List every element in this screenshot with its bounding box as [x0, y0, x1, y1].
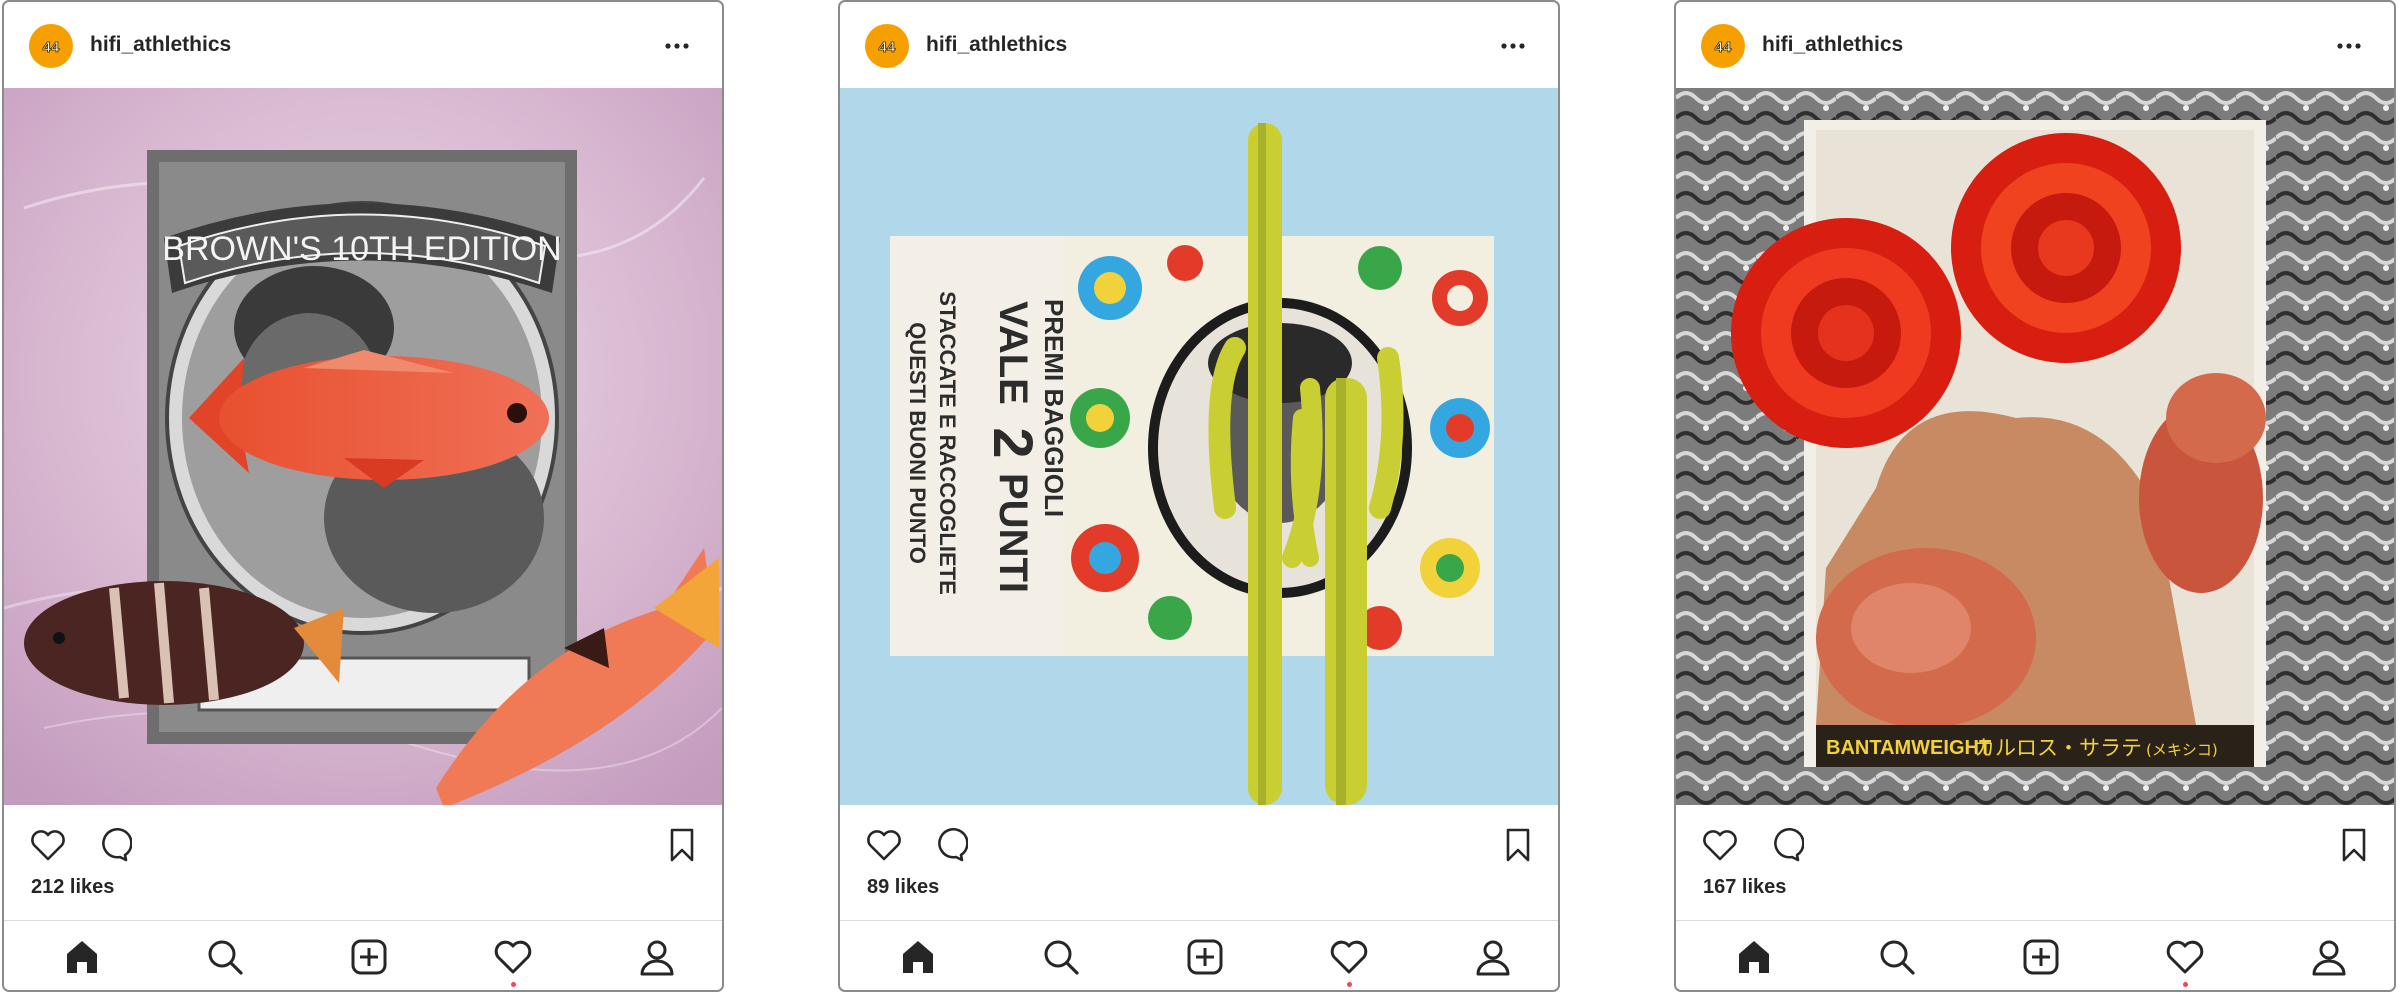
- bottom-nav: [1676, 920, 2394, 990]
- svg-text:44: 44: [879, 39, 896, 56]
- activity-heart-icon[interactable]: [1328, 936, 1370, 978]
- card-text-line1: PREMI BAGGIOLI: [1039, 299, 1069, 517]
- activity-heart-icon[interactable]: [492, 936, 534, 978]
- card-text-line4: QUESTI BUONI PUNTO: [905, 322, 930, 564]
- post-actions: [4, 805, 722, 877]
- comment-icon[interactable]: [928, 825, 968, 865]
- comment-icon[interactable]: [92, 825, 132, 865]
- activity-heart-icon[interactable]: [2164, 936, 2206, 978]
- notification-dot: [511, 982, 516, 987]
- card-text-line3: STACCATE E RACCOGLIETE: [935, 291, 960, 595]
- post-photo[interactable]: BROWN'S 10TH EDITION: [4, 88, 722, 805]
- heart-icon[interactable]: [864, 825, 904, 865]
- bottom-nav: [840, 920, 1558, 990]
- notification-dot: [1347, 982, 1352, 987]
- post-photo[interactable]: PREMI BAGGIOLI VALE 2 PUNTI STACCATE E R…: [840, 88, 1558, 805]
- bookmark-icon[interactable]: [1498, 825, 1538, 865]
- more-options-icon[interactable]: [1498, 34, 1528, 58]
- svg-text:44: 44: [43, 39, 60, 56]
- card-text-punti: PUNTI: [991, 473, 1035, 593]
- card-text-vale: VALE: [991, 301, 1035, 405]
- post-actions: [1676, 805, 2394, 877]
- post-header: 44 hifi_athlethics: [840, 2, 1558, 88]
- username[interactable]: hifi_athlethics: [90, 33, 231, 57]
- bookmark-icon[interactable]: [662, 825, 702, 865]
- bottom-nav: [4, 920, 722, 990]
- post-card-2: 44 hifi_athlethics PREMI BAGGIOLI VALE 2…: [838, 0, 1560, 992]
- hifi-logo-icon[interactable]: 44: [1701, 24, 1745, 68]
- heart-icon[interactable]: [28, 825, 68, 865]
- heart-icon[interactable]: [1700, 825, 1740, 865]
- profile-icon[interactable]: [636, 936, 678, 978]
- rose-right: [1951, 133, 2181, 363]
- home-icon[interactable]: [897, 936, 939, 978]
- username[interactable]: hifi_athlethics: [1762, 33, 1903, 57]
- post-photo[interactable]: BANTAMWEIGHT カルロス・サラテ (メキシコ): [1676, 88, 2394, 805]
- search-icon[interactable]: [1876, 936, 1918, 978]
- hifi-logo-icon[interactable]: 44: [865, 24, 909, 68]
- svg-text:44: 44: [1715, 39, 1732, 56]
- post-header: 44 hifi_athlethics: [1676, 2, 2394, 88]
- profile-icon[interactable]: [2308, 936, 2350, 978]
- caption-jp-small: (メキシコ): [2146, 741, 2218, 759]
- profile-icon[interactable]: [1472, 936, 1514, 978]
- search-icon[interactable]: [204, 936, 246, 978]
- hifi-logo-icon[interactable]: 44: [29, 24, 73, 68]
- post-header: 44 hifi_athlethics: [4, 2, 722, 88]
- search-icon[interactable]: [1040, 936, 1082, 978]
- like-count[interactable]: 89 likes: [867, 876, 939, 899]
- comment-icon[interactable]: [1764, 825, 1804, 865]
- rose-left: [1731, 218, 1961, 448]
- card-text-number: 2: [982, 427, 1045, 458]
- post-actions: [840, 805, 1558, 877]
- post-card-3: 44 hifi_athlethics BANTAMWEIGHT カルロス・サラテ…: [1674, 0, 2396, 992]
- bookmark-icon[interactable]: [2334, 825, 2374, 865]
- more-options-icon[interactable]: [2334, 34, 2364, 58]
- like-count[interactable]: 212 likes: [31, 876, 114, 899]
- new-post-icon[interactable]: [348, 936, 390, 978]
- post-card-1: 44 hifi_athlethics BROWN'S 10TH EDITION …: [2, 0, 724, 992]
- new-post-icon[interactable]: [2020, 936, 2062, 978]
- caption-en: BANTAMWEIGHT: [1826, 737, 1991, 759]
- banner-text: BROWN'S 10TH EDITION: [162, 230, 561, 268]
- more-options-icon[interactable]: [662, 34, 692, 58]
- caption-jp: カルロス・サラテ: [1974, 736, 2142, 760]
- home-icon[interactable]: [61, 936, 103, 978]
- username[interactable]: hifi_athlethics: [926, 33, 1067, 57]
- home-icon[interactable]: [1733, 936, 1775, 978]
- notification-dot: [2183, 982, 2188, 987]
- like-count[interactable]: 167 likes: [1703, 876, 1786, 899]
- new-post-icon[interactable]: [1184, 936, 1226, 978]
